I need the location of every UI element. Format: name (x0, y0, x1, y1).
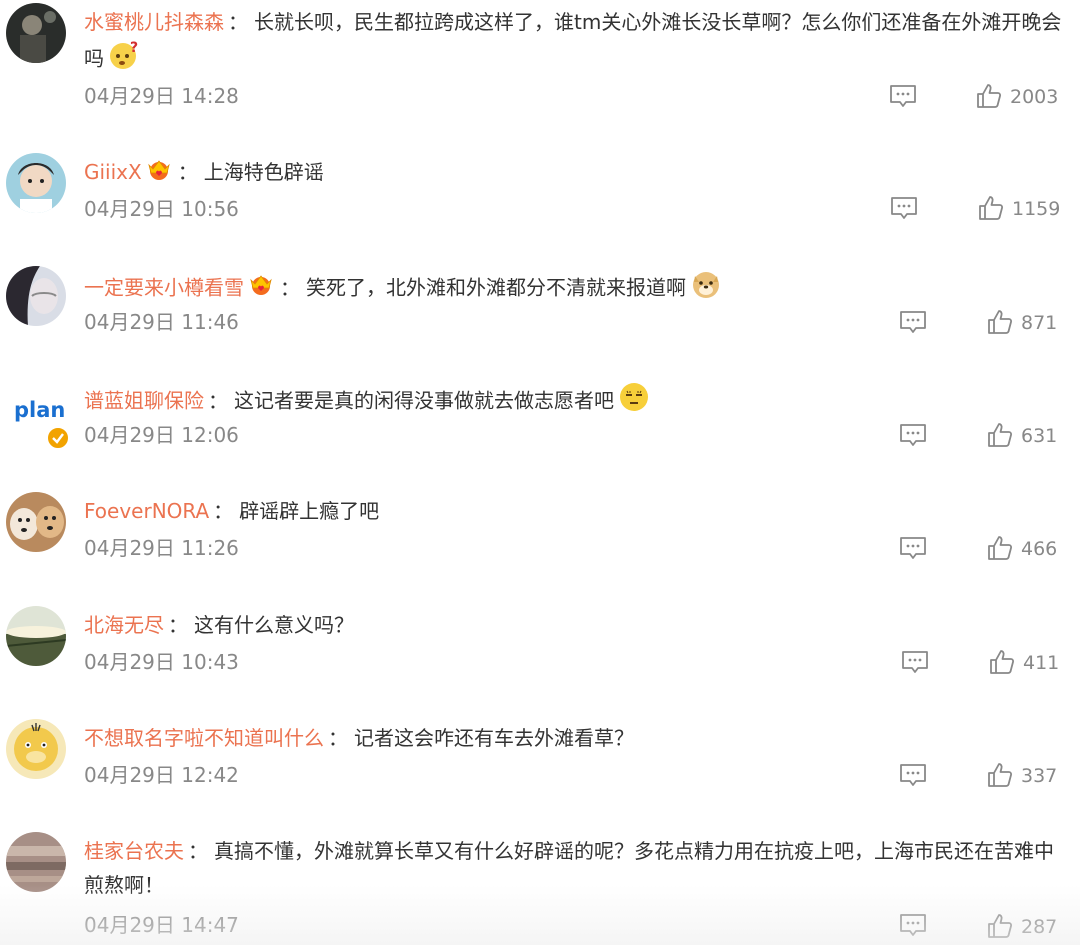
comment-time: 04月29日 10:56 (84, 197, 239, 221)
thumbs-up-icon (977, 84, 1002, 108)
like-button[interactable]: 337 (987, 762, 1077, 788)
vip-crown-icon (146, 157, 172, 191)
username-link[interactable]: FoeverNORA (84, 499, 209, 523)
comment-icon[interactable] (889, 84, 917, 110)
username-link[interactable]: 不想取名字啦不知道叫什么 (84, 726, 324, 750)
avatar[interactable] (6, 492, 66, 552)
like-button[interactable]: 871 (987, 309, 1077, 335)
comment-icon[interactable] (899, 423, 927, 449)
comment-text: 上海特色辟谣 (203, 160, 324, 184)
colon: ： (213, 499, 234, 523)
like-count: 337 (1021, 765, 1058, 787)
username-link[interactable]: 一定要来小樽看雪 (84, 276, 244, 300)
like-count: 411 (1023, 652, 1060, 674)
username-link[interactable]: 水蜜桃儿抖森森 (84, 10, 224, 34)
colon: ： (228, 10, 248, 34)
avatar[interactable] (6, 266, 66, 326)
like-count: 287 (1021, 916, 1058, 938)
comment-text: 记者这会咋还有车去外滩看草？ (354, 726, 634, 750)
comment-icon[interactable] (890, 196, 918, 222)
like-count: 466 (1021, 538, 1058, 560)
svg-text:?: ? (130, 40, 138, 56)
like-button[interactable]: 411 (989, 649, 1077, 675)
colon: ： (188, 839, 208, 863)
thumbs-up-icon (988, 914, 1013, 938)
like-button[interactable]: 287 (987, 913, 1077, 939)
comment-list: 水蜜桃儿抖森森：长就长呗，民生都拉跨成这样了，谁tm关心外滩长没长草啊？怎么你们… (0, 0, 1080, 945)
colon: ： (177, 160, 198, 184)
comment-icon[interactable] (899, 536, 927, 562)
comment-text: 真搞不懂，外滩就算长草又有什么好辟谣的呢？多花点精力用在抗疫上吧，上海市民还在苦… (84, 839, 1054, 897)
like-count: 631 (1021, 425, 1058, 447)
avatar[interactable] (6, 832, 66, 892)
username-link[interactable]: 北海无尽 (84, 613, 164, 637)
comment-text: 这有什么意义吗？ (194, 613, 354, 637)
avatar[interactable] (6, 153, 66, 213)
like-count: 871 (1021, 312, 1058, 334)
avatar-text: plan (14, 398, 65, 422)
like-button[interactable]: 2003 (976, 83, 1076, 109)
comment-time: 04月29日 14:28 (84, 84, 239, 108)
comment-icon[interactable] (899, 763, 927, 789)
verified-badge-icon (46, 426, 70, 450)
thumbs-up-icon (988, 423, 1013, 447)
like-button[interactable]: 466 (987, 535, 1077, 561)
comment-time: 04月29日 14:47 (84, 913, 239, 937)
vip-crown-icon (248, 272, 274, 306)
comment-text: 这记者要是真的闲得没事做就去做志愿者吧 (234, 388, 614, 413)
comment-text: 辟谣辟上瘾了吧 (239, 499, 380, 523)
question-face-emoji: ? (108, 39, 140, 81)
like-button[interactable]: 631 (987, 422, 1077, 448)
colon: ： (280, 275, 300, 300)
colon: ： (208, 388, 228, 413)
comment-icon[interactable] (901, 650, 929, 676)
like-count: 2003 (1010, 86, 1059, 108)
comment-icon[interactable] (899, 310, 927, 336)
comment-time: 04月29日 10:43 (84, 650, 239, 674)
username-link[interactable]: 桂家台农夫 (84, 839, 184, 863)
colon: ： (328, 726, 348, 750)
comment-time: 04月29日 12:42 (84, 763, 239, 787)
comment-time: 04月29日 11:26 (84, 536, 239, 560)
avatar[interactable] (6, 719, 66, 779)
sleepy-face-emoji (618, 381, 650, 423)
comment-time: 04月29日 11:46 (84, 310, 239, 334)
thumbs-up-icon (988, 310, 1013, 334)
colon: ： (168, 613, 188, 637)
avatar[interactable] (6, 3, 66, 63)
doge-emoji (690, 268, 722, 310)
thumbs-up-icon (988, 763, 1013, 787)
like-button[interactable]: 1159 (978, 195, 1078, 221)
avatar[interactable] (6, 606, 66, 666)
like-count: 1159 (1012, 198, 1061, 220)
comment-text: 笑死了，北外滩和外滩都分不清就来报道啊 (306, 275, 686, 300)
comment-time: 04月29日 12:06 (84, 423, 239, 447)
username-link[interactable]: 谱蓝姐聊保险 (84, 389, 204, 413)
thumbs-up-icon (990, 650, 1015, 674)
thumbs-up-icon (988, 536, 1013, 560)
comment-icon[interactable] (899, 913, 927, 939)
username-link[interactable]: GiiixX (84, 160, 142, 184)
thumbs-up-icon (979, 196, 1004, 220)
